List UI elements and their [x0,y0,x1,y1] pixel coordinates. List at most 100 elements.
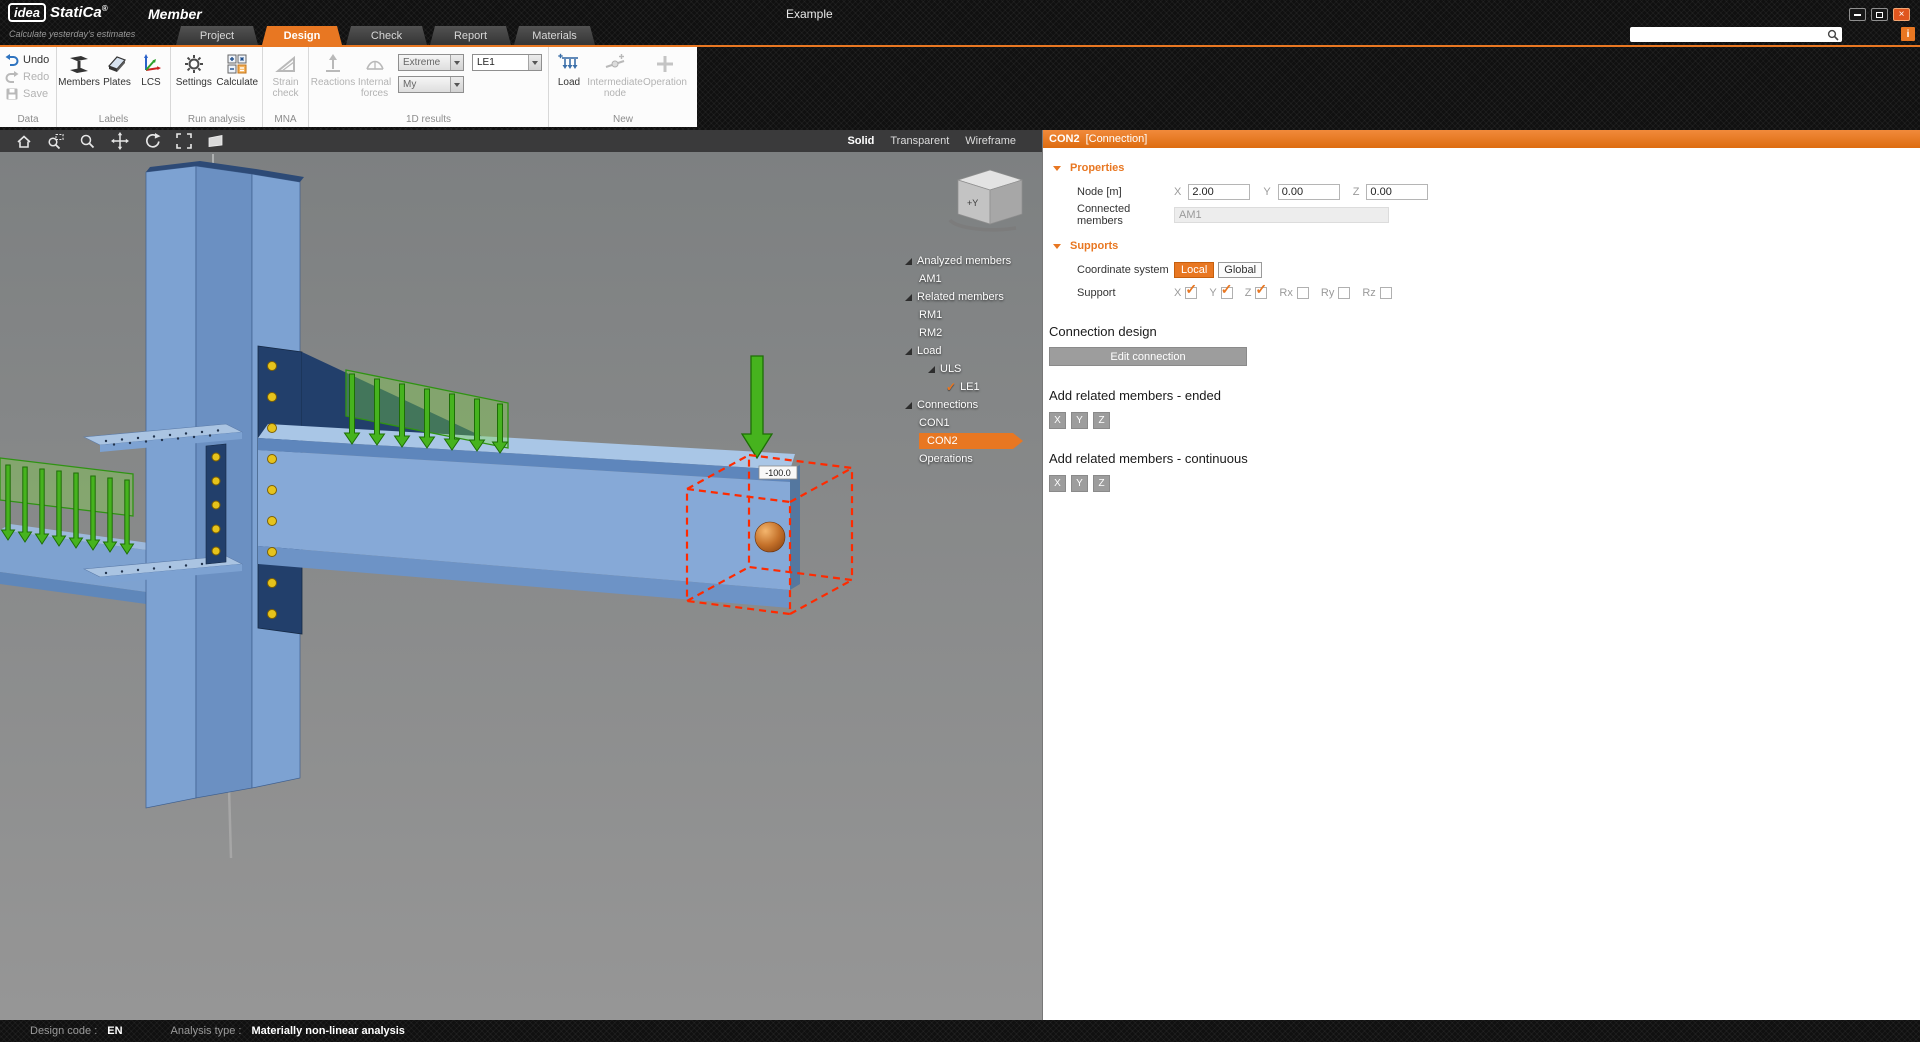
internal-forces-button[interactable]: Internal forces [355,50,394,100]
extreme-dropdown[interactable]: Extreme [398,54,464,71]
connected-members-field: AM1 [1174,207,1389,223]
search-box[interactable] [1630,27,1842,42]
zoom-fit-button[interactable] [174,132,193,151]
dof-z-label: Z [1245,287,1252,299]
ribbon-group-label-1d-results: 1D results [309,113,548,127]
maximize-button[interactable] [1871,8,1888,21]
add-ended-x-button[interactable]: X [1049,412,1066,429]
tree-group-analyzed-members[interactable]: Analyzed members [905,252,1042,270]
zoom-icon [79,133,96,150]
3d-scene[interactable]: -100.0 +Y [0,152,1042,1020]
connection-node-sphere[interactable] [755,522,785,552]
redo-button[interactable]: Redo [5,69,49,84]
global-toggle-button[interactable]: Global [1218,262,1262,278]
new-operation-button[interactable]: Operation [643,50,687,89]
panel-title: CON2 [1049,133,1080,145]
bolts-end-plate [268,362,277,619]
dof-ry-checkbox[interactable] [1338,287,1350,299]
internal-forces-icon [363,52,387,76]
add-ended-y-button[interactable]: Y [1071,412,1088,429]
minimize-button[interactable] [1849,8,1866,21]
tree-group-uls[interactable]: ULS [905,360,1042,378]
pan-button[interactable] [110,132,129,151]
dof-rx-checkbox[interactable] [1297,287,1309,299]
scene-tree: Analyzed members AM1 Related members RM1… [905,252,1042,468]
ribbon: Undo Redo Save Data Members [0,47,697,127]
tab-check[interactable]: Check [346,26,427,45]
app-title: Member [148,6,202,22]
info-button[interactable]: i [1901,27,1915,41]
my-dropdown[interactable]: My [398,76,464,93]
section-supports[interactable]: Supports [1053,240,1920,252]
dof-rx-label: Rx [1279,287,1292,299]
tree-item-rm1[interactable]: RM1 [905,306,1042,324]
save-button[interactable]: Save [5,86,49,101]
expander-icon[interactable] [905,402,912,409]
expander-icon[interactable] [905,348,912,355]
add-related-continuous-title: Add related members - continuous [1049,451,1920,466]
intermediate-node-icon [603,52,627,76]
expander-icon[interactable] [905,294,912,301]
minimize-icon [1854,14,1861,16]
close-icon: × [1899,10,1905,20]
expander-icon[interactable] [928,366,935,373]
reactions-button[interactable]: Reactions [311,50,355,89]
pan-icon [111,132,129,150]
tree-item-con1[interactable]: CON1 [905,414,1042,432]
expander-icon[interactable] [905,258,912,265]
new-load-button[interactable]: Load [551,50,587,89]
view-mode-transparent[interactable]: Transparent [890,135,949,147]
add-continuous-z-button[interactable]: Z [1093,475,1110,492]
tree-group-related-members[interactable]: Related members [905,288,1042,306]
dof-y-checkbox[interactable]: ✓ [1221,287,1233,299]
tree-item-am1[interactable]: AM1 [905,270,1042,288]
load-case-dropdown[interactable]: LE1 [472,54,542,71]
tab-report[interactable]: Report [430,26,511,45]
dof-z-checkbox[interactable]: ✓ [1255,287,1267,299]
search-icon [1827,29,1839,41]
local-toggle-button[interactable]: Local [1174,262,1214,278]
calculate-button[interactable]: Calculate [215,50,260,89]
settings-button[interactable]: Settings [173,50,215,89]
add-ended-z-button[interactable]: Z [1093,412,1110,429]
properties-panel: CON2 [Connection] Properties Node [m] X … [1042,130,1920,1020]
node-x-input[interactable] [1188,184,1250,200]
intermediate-node-button[interactable]: Intermediate node [587,50,643,100]
undo-button[interactable]: Undo [5,52,49,67]
view-mode-switcher: Solid Transparent Wireframe [847,135,1016,147]
zoom-window-button[interactable] [46,132,65,151]
edit-connection-button[interactable]: Edit connection [1049,347,1247,366]
lcs-button[interactable]: LCS [135,50,167,89]
tree-item-con2[interactable]: CON2 [905,432,1042,450]
node-z-input[interactable] [1366,184,1428,200]
tab-materials[interactable]: Materials [514,26,595,45]
add-continuous-y-button[interactable]: Y [1071,475,1088,492]
tree-group-load[interactable]: Load [905,342,1042,360]
node-y-input[interactable] [1278,184,1340,200]
view-mode-solid[interactable]: Solid [847,135,874,147]
dof-rz-checkbox[interactable] [1380,287,1392,299]
coordinate-system-row: Coordinate system Local Global [1077,260,1920,279]
dof-x-checkbox[interactable]: ✓ [1185,287,1197,299]
tree-group-connections[interactable]: Connections [905,396,1042,414]
strain-check-button[interactable]: Strain check [265,50,306,100]
perspective-button[interactable] [206,132,225,151]
add-continuous-x-button[interactable]: X [1049,475,1066,492]
rotate-button[interactable] [142,132,161,151]
tree-item-le1[interactable]: ✓LE1 [905,378,1042,396]
ribbon-group-label-labels: Labels [57,113,170,127]
rotate-icon [143,132,161,150]
tab-project[interactable]: Project [176,26,258,45]
view-mode-wireframe[interactable]: Wireframe [965,135,1016,147]
plates-button[interactable]: Plates [99,50,135,89]
search-input[interactable] [1635,29,1827,40]
tab-design[interactable]: Design [262,26,342,45]
close-button[interactable]: × [1893,8,1910,21]
tree-item-rm2[interactable]: RM2 [905,324,1042,342]
3d-scene-area[interactable]: -100.0 +Y Analyzed members AM1 Related m… [0,152,1042,1020]
zoom-button[interactable] [78,132,97,151]
members-button[interactable]: Members [59,50,99,89]
tree-item-operations[interactable]: Operations [905,450,1042,468]
home-view-button[interactable] [14,132,33,151]
section-properties[interactable]: Properties [1053,162,1920,174]
